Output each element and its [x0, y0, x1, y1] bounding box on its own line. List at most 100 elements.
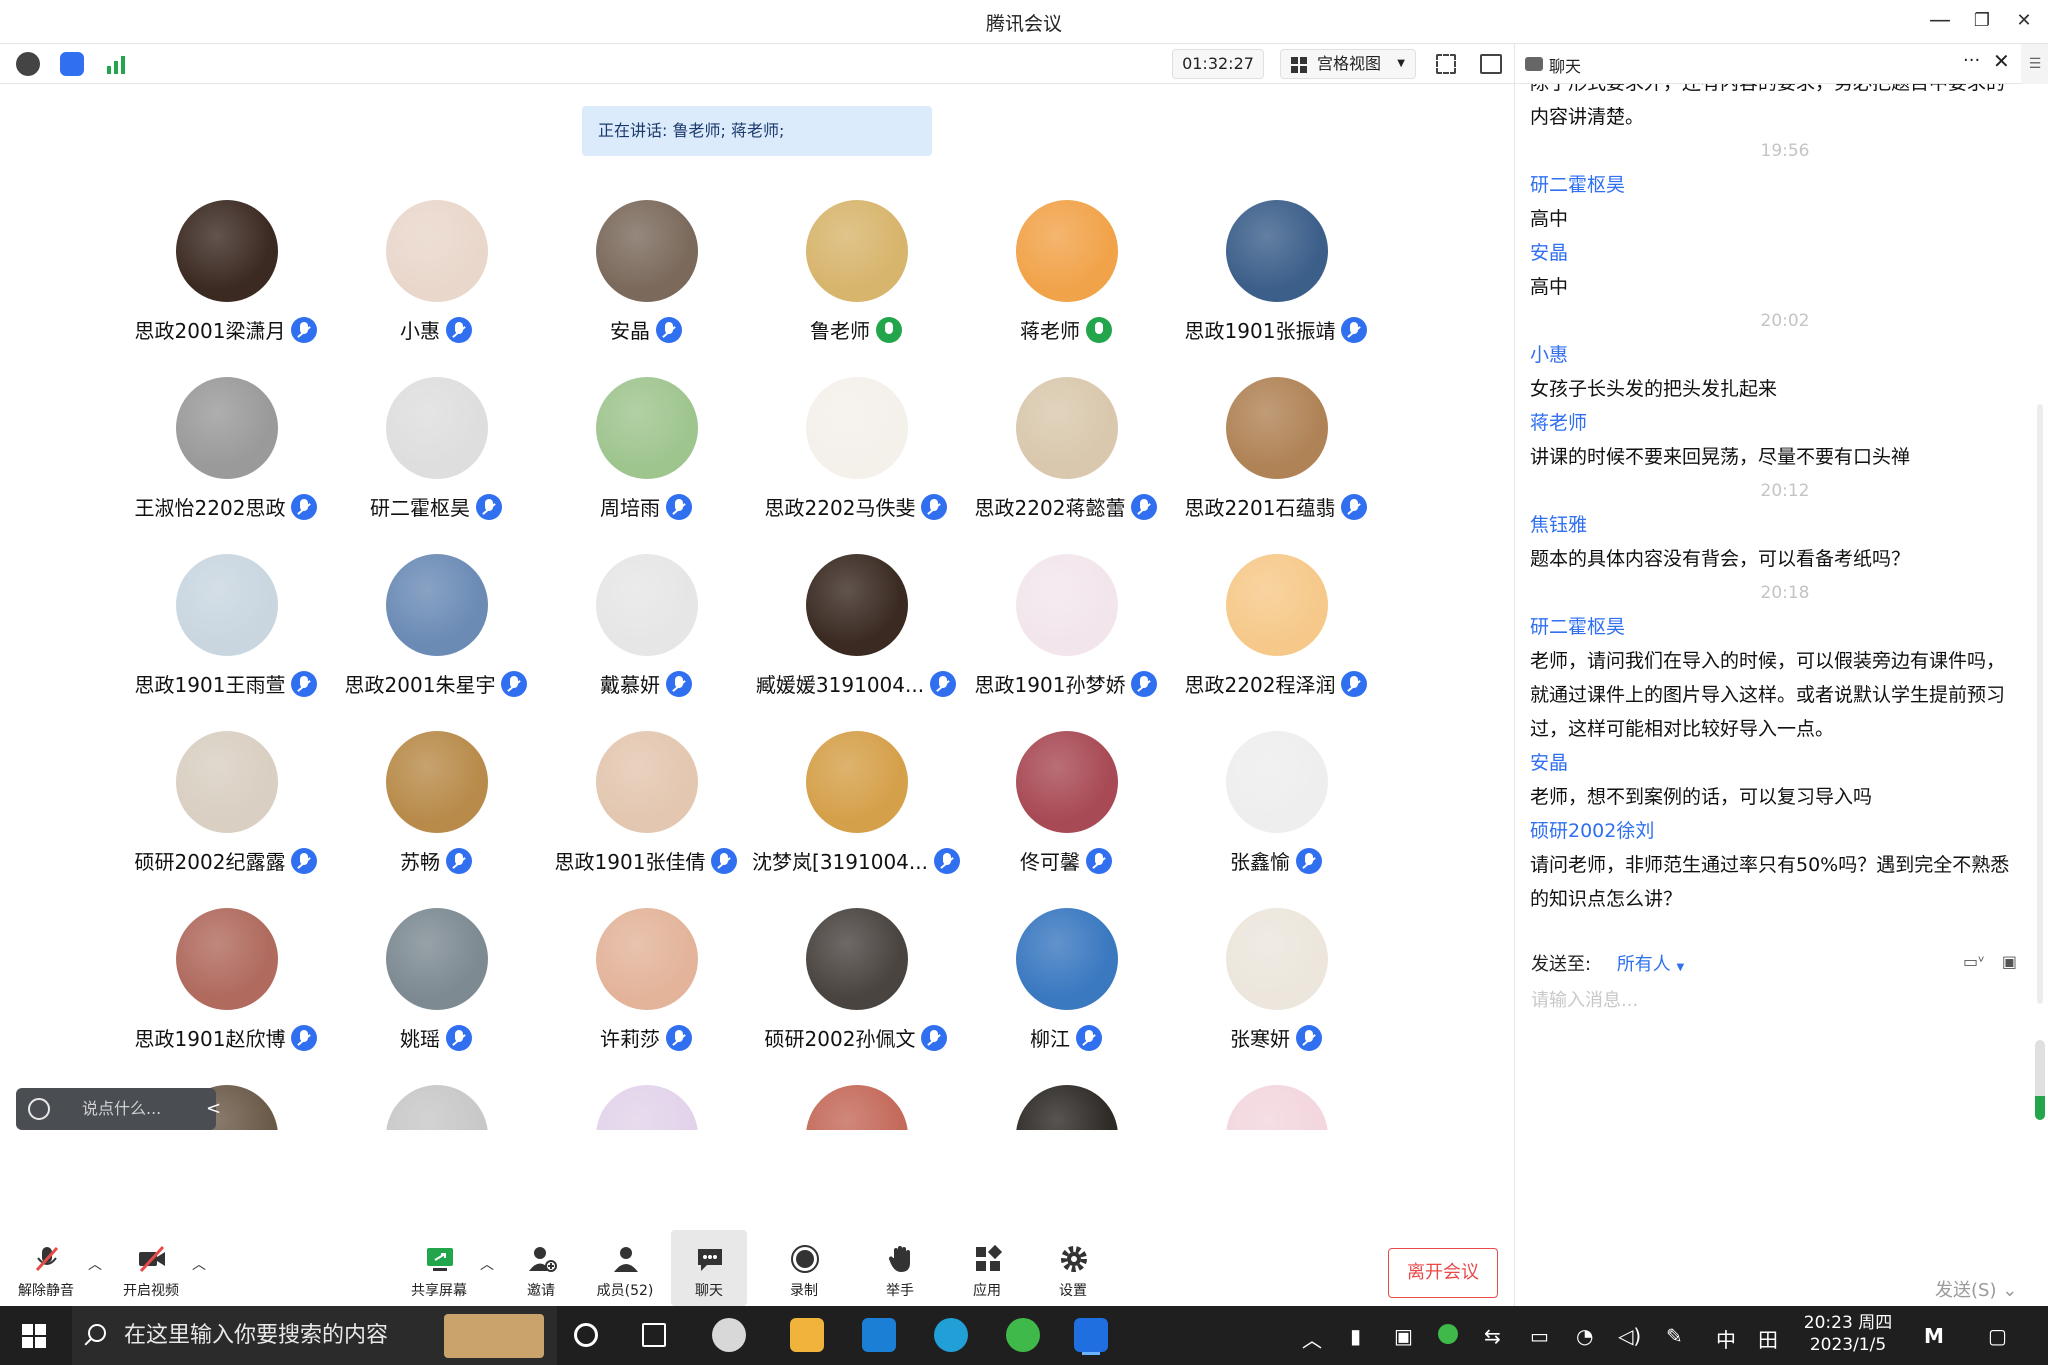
security-tray-icon[interactable]: [1438, 1324, 1458, 1344]
participant-tile[interactable]: 张鑫愉: [1171, 711, 1381, 881]
video-options-caret[interactable]: ︿: [192, 1254, 206, 1274]
audio-options-caret[interactable]: ︿: [88, 1254, 102, 1274]
share-screen-button[interactable]: 共享屏幕: [401, 1230, 477, 1306]
shield-icon[interactable]: [60, 52, 84, 76]
quick-comment-box[interactable]: 说点什么... <: [16, 1088, 221, 1130]
side-panel-icon[interactable]: [1480, 54, 1502, 74]
chat-sender[interactable]: 焦钰雅: [1530, 508, 2040, 542]
chat-input[interactable]: 请输入消息...: [1531, 986, 1638, 1012]
file-explorer-icon[interactable]: [790, 1318, 824, 1352]
share-options-caret[interactable]: ︿: [480, 1254, 494, 1274]
participant-tile[interactable]: 思政1901张佳倩: [541, 711, 751, 881]
chat-sender[interactable]: 安晶: [1530, 236, 2040, 270]
participant-tile[interactable]: 思政2001朱星宇: [331, 534, 541, 704]
camera-tray-icon[interactable]: ▣: [1394, 1324, 1413, 1348]
screenshot-icon[interactable]: ▣: [2002, 952, 2017, 971]
participant-tile[interactable]: 思政2001梁潇月: [121, 180, 331, 350]
taskbar-search-input[interactable]: 在这里输入你要搜索的内容: [72, 1306, 557, 1365]
participant-tile[interactable]: 王淑怡2202思政: [121, 357, 331, 527]
chat-sender[interactable]: 研二霍枢昊: [1530, 168, 2040, 202]
participant-tile[interactable]: [751, 1065, 961, 1130]
collapse-arrow-icon[interactable]: <: [206, 1088, 221, 1130]
windows-start-icon[interactable]: [22, 1324, 46, 1348]
participant-tile[interactable]: 张寒妍: [1171, 888, 1381, 1058]
chat-scrollbar[interactable]: [2037, 404, 2043, 1004]
participant-tile[interactable]: 思政1901赵欣博: [121, 888, 331, 1058]
tray-expand-icon[interactable]: ︿: [1302, 1324, 1322, 1353]
ime-indicator[interactable]: 中: [1716, 1324, 1736, 1353]
edge-browser-icon[interactable]: [934, 1318, 968, 1352]
fullscreen-icon[interactable]: [1436, 54, 1456, 74]
volume-icon[interactable]: ◁): [1618, 1324, 1641, 1348]
leave-meeting-button[interactable]: 离开会议: [1388, 1248, 1498, 1298]
chat-sender[interactable]: 硕研2002徐刘: [1530, 814, 2040, 848]
participant-tile[interactable]: 柳江: [961, 888, 1171, 1058]
notification-app-icon[interactable]: M: [1924, 1324, 1944, 1348]
view-mode-dropdown[interactable]: 宫格视图 ▼: [1280, 49, 1416, 79]
participant-tile[interactable]: 姚瑶: [331, 888, 541, 1058]
restore-button[interactable]: ❐: [1962, 6, 2002, 36]
send-to-value[interactable]: 所有人: [1617, 954, 1671, 975]
battery-icon[interactable]: ▭: [1530, 1324, 1549, 1348]
start-video-button[interactable]: 开启视频: [113, 1230, 189, 1306]
signal-icon[interactable]: [104, 52, 128, 76]
apps-button[interactable]: 应用: [949, 1230, 1025, 1306]
chat-sender[interactable]: 安晶: [1530, 746, 2040, 780]
participant-tile[interactable]: [331, 1065, 541, 1130]
panel-menu-icon[interactable]: ☰: [2021, 44, 2048, 84]
participant-tile[interactable]: [1171, 1065, 1381, 1130]
invite-button[interactable]: 邀请: [503, 1230, 579, 1306]
emoji-icon[interactable]: [28, 1098, 50, 1120]
members-button[interactable]: 成员(52): [587, 1230, 663, 1306]
participant-tile[interactable]: 硕研2002纪露露: [121, 711, 331, 881]
participant-tile[interactable]: 思政1901张振靖: [1171, 180, 1381, 350]
participant-tile[interactable]: 周培雨: [541, 357, 751, 527]
participant-tile[interactable]: 佟可馨: [961, 711, 1171, 881]
participant-tile[interactable]: 小惠: [331, 180, 541, 350]
keyboard-grid-icon[interactable]: 田: [1758, 1324, 1778, 1353]
raise-hand-button[interactable]: 举手: [862, 1230, 938, 1306]
minimize-button[interactable]: —: [1920, 6, 1960, 36]
participant-tile[interactable]: 鲁老师: [751, 180, 961, 350]
chat-button[interactable]: 聊天: [671, 1230, 747, 1306]
task-view-icon[interactable]: [642, 1323, 666, 1347]
close-chat-icon[interactable]: ✕: [1993, 49, 2010, 73]
tencent-meeting-taskbar-icon[interactable]: [1074, 1318, 1108, 1352]
participant-tile[interactable]: 思政2201石蕴翡: [1171, 357, 1381, 527]
close-button[interactable]: ✕: [2004, 6, 2044, 36]
participant-tile[interactable]: 蒋老师: [961, 180, 1171, 350]
info-icon[interactable]: [16, 52, 40, 76]
participant-tile[interactable]: 思政2202蒋懿蕾: [961, 357, 1171, 527]
participant-tile[interactable]: 硕研2002孙佩文: [751, 888, 961, 1058]
browser-360-icon[interactable]: [1006, 1318, 1040, 1352]
microphone-tray-icon[interactable]: ▮: [1350, 1324, 1361, 1348]
settings-button[interactable]: 设置: [1035, 1230, 1111, 1306]
participant-tile[interactable]: [541, 1065, 751, 1130]
chat-sender[interactable]: 研二霍枢昊: [1530, 610, 2040, 644]
record-button[interactable]: 录制: [766, 1230, 842, 1306]
pen-icon[interactable]: ✎: [1666, 1324, 1683, 1348]
action-center-icon[interactable]: ▢: [1988, 1324, 2007, 1348]
chat-sender[interactable]: 蒋老师: [1530, 406, 2040, 440]
more-icon[interactable]: ···: [1963, 50, 1980, 71]
participant-tile[interactable]: 苏畅: [331, 711, 541, 881]
wifi-icon[interactable]: ◔: [1576, 1324, 1593, 1348]
unmute-button[interactable]: 解除静音: [8, 1230, 84, 1306]
taskbar-clock[interactable]: 20:23 周四 2023/1/5: [1800, 1312, 1896, 1356]
participant-tile[interactable]: 研二霍枢昊: [331, 357, 541, 527]
participant-tile[interactable]: 安晶: [541, 180, 751, 350]
participant-tile[interactable]: 思政2202程泽润: [1171, 534, 1381, 704]
folder-icon[interactable]: ▭ᵛ: [1963, 952, 1985, 971]
chevron-down-icon[interactable]: ⌄: [2002, 1280, 2017, 1301]
pinwheel-app-icon[interactable]: [712, 1318, 746, 1352]
participant-tile[interactable]: 许莉莎: [541, 888, 751, 1058]
participant-tile[interactable]: 思政2202马佚斐: [751, 357, 961, 527]
participant-tile[interactable]: 思政1901王雨萱: [121, 534, 331, 704]
participant-tile[interactable]: [961, 1065, 1171, 1130]
transfer-tray-icon[interactable]: ⇆: [1484, 1324, 1501, 1348]
chat-sender[interactable]: 小惠: [1530, 338, 2040, 372]
send-to-selector[interactable]: 发送至: 所有人 ▼: [1531, 950, 1684, 976]
send-button[interactable]: 发送(S) ⌄: [1935, 1276, 2017, 1302]
mail-icon[interactable]: [862, 1318, 896, 1352]
participant-tile[interactable]: 戴慕妍: [541, 534, 751, 704]
